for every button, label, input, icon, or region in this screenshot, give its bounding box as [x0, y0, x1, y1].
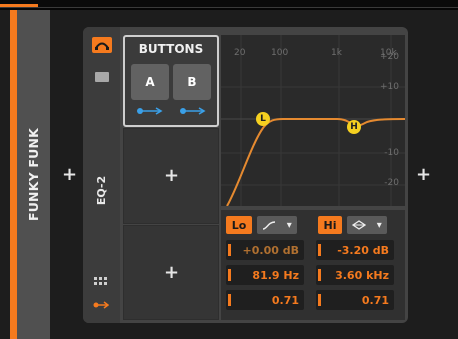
device-slot-2[interactable]: +	[123, 225, 219, 320]
arrow-icon[interactable]	[136, 107, 164, 115]
freq-label: 1k	[331, 48, 342, 58]
track-name: FUNKY FUNK	[26, 127, 42, 222]
power-icon[interactable]	[92, 37, 112, 53]
chevron-down-icon: ▾	[376, 219, 382, 231]
eq-controls: Lo ▾ Hi ▾ +0.00 dB 81.9 Hz 0.71 -3.20 dB…	[221, 210, 405, 320]
lowshelf-shape-icon	[263, 221, 276, 230]
high-band-handle[interactable]: H	[347, 120, 361, 134]
low-freq-value[interactable]: 81.9 Hz	[226, 265, 304, 285]
device-sidebar: EQ-2	[83, 27, 120, 323]
folder-icon[interactable]	[95, 72, 109, 82]
add-device-before-button[interactable]: +	[62, 166, 77, 184]
arrow-icon[interactable]	[179, 107, 207, 115]
high-shape-select[interactable]: ▾	[347, 216, 387, 234]
selection-accent	[0, 4, 38, 7]
buttons-title: BUTTONS	[138, 42, 204, 56]
device-slot-1[interactable]: +	[123, 128, 219, 224]
eq-curve-svg	[221, 35, 405, 206]
high-gain-value[interactable]: -3.20 dB	[316, 240, 394, 260]
gain-label: +20	[380, 52, 399, 62]
grid-icon[interactable]	[94, 277, 108, 287]
add-to-slot-button[interactable]: +	[164, 264, 179, 282]
freq-label: 20	[234, 48, 246, 58]
eq-graph[interactable]: 20 100 1k 10k +20 +10 -10 -20 L H	[221, 35, 405, 206]
freq-label: 100	[271, 48, 289, 58]
button-b[interactable]: B	[173, 64, 211, 100]
high-q-value[interactable]: 0.71	[316, 290, 394, 310]
gain-label: -10	[384, 148, 399, 158]
track-color-bar	[10, 10, 17, 339]
device-name[interactable]: EQ-2	[83, 165, 120, 215]
low-gain-value[interactable]: +0.00 dB	[226, 240, 304, 260]
bell-shape-icon	[352, 220, 367, 230]
button-a[interactable]: A	[131, 64, 169, 100]
low-shape-select[interactable]: ▾	[257, 216, 297, 234]
add-to-slot-button[interactable]: +	[164, 167, 179, 185]
low-band-toggle[interactable]: Lo	[226, 216, 252, 234]
arrow-icon[interactable]	[93, 299, 110, 312]
high-band-toggle[interactable]: Hi	[318, 216, 342, 234]
top-strip	[0, 0, 458, 8]
eq-device: EQ-2 BUTTONS A B + + 20 100 1k 10k +20 +…	[83, 27, 408, 323]
low-q-value[interactable]: 0.71	[226, 290, 304, 310]
gain-label: -20	[384, 178, 399, 188]
buttons-panel: BUTTONS A B	[123, 35, 219, 127]
add-device-after-button[interactable]: +	[416, 166, 431, 184]
low-band-handle[interactable]: L	[256, 112, 270, 126]
high-freq-value[interactable]: 3.60 kHz	[316, 265, 394, 285]
chevron-down-icon: ▾	[286, 219, 292, 231]
gain-label: +10	[380, 82, 399, 92]
